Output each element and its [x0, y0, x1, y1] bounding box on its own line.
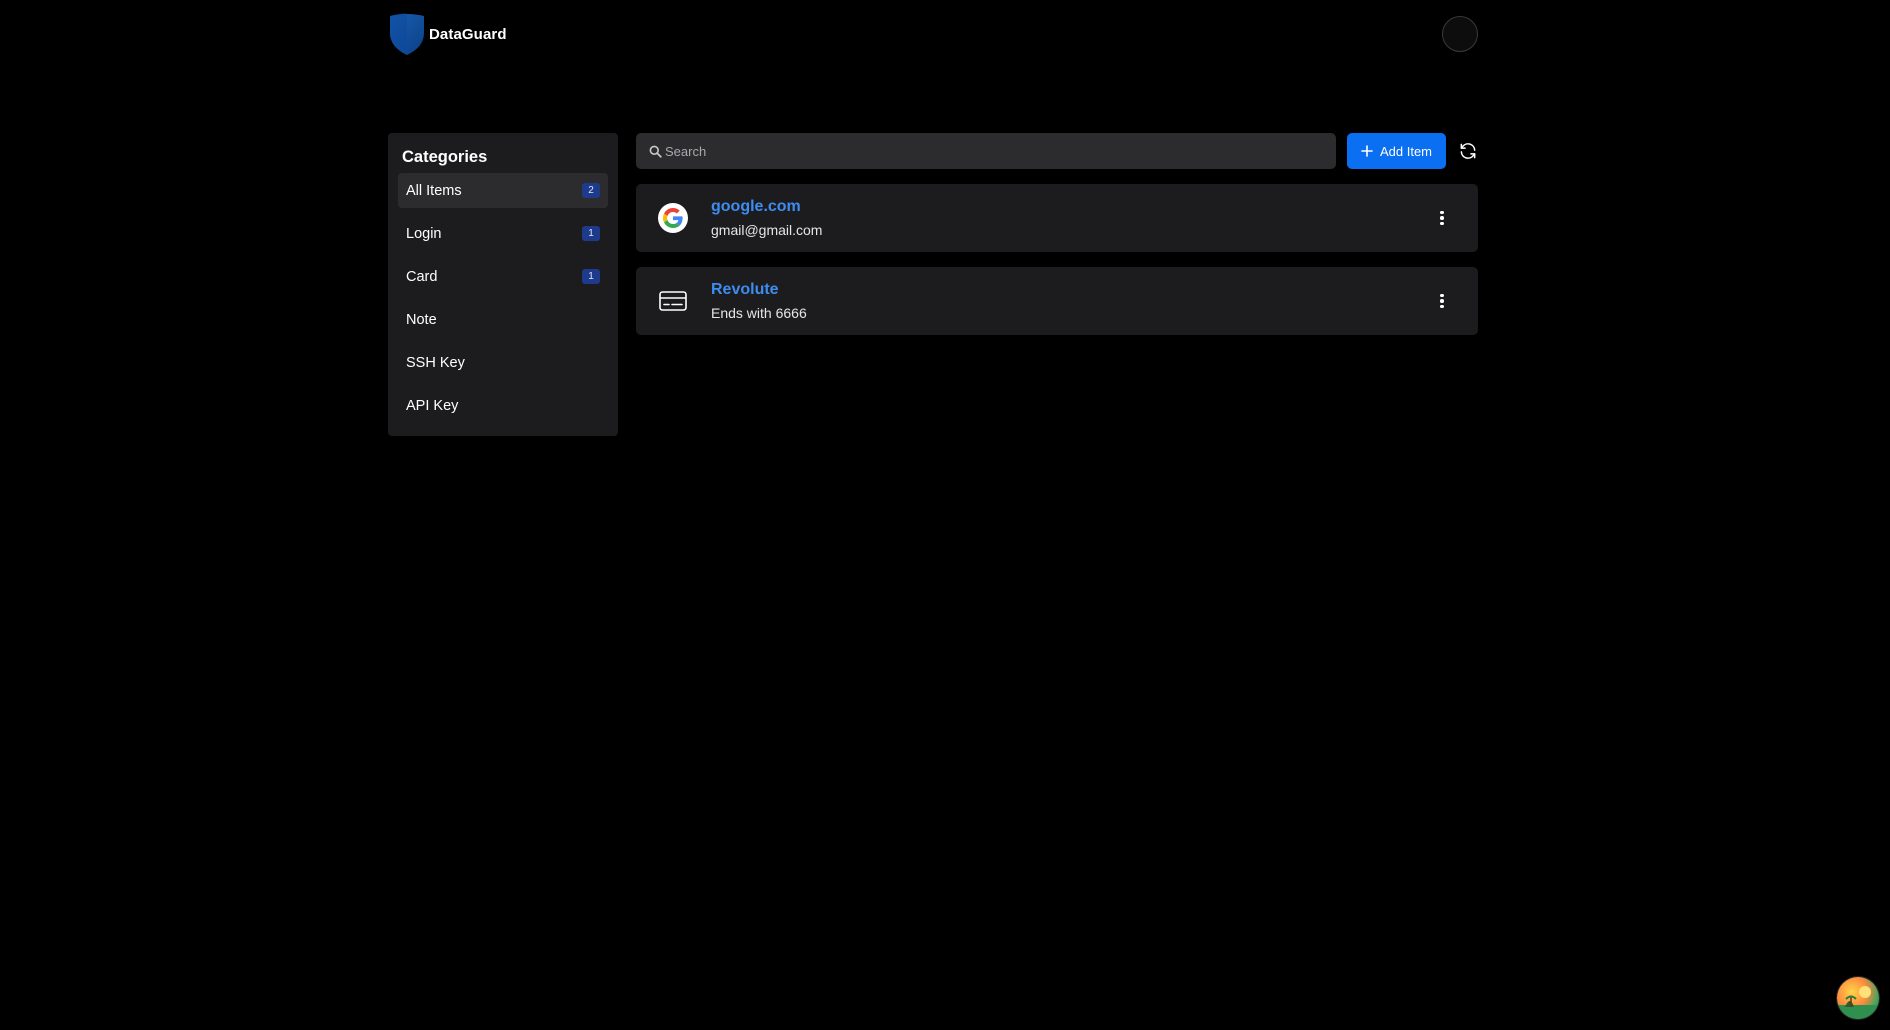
more-options-icon[interactable] [1434, 208, 1450, 228]
item-subtitle: Ends with 6666 [711, 305, 807, 321]
search-input[interactable] [665, 136, 1305, 166]
category-all-items[interactable]: All Items 2 [398, 173, 608, 208]
plus-icon [1361, 145, 1373, 157]
brand[interactable]: DataGuard [388, 13, 507, 55]
sidebar-title: Categories [402, 148, 488, 166]
count-badge: 2 [582, 183, 600, 198]
category-login[interactable]: Login 1 [398, 216, 608, 251]
search-icon [649, 145, 662, 158]
category-api-key[interactable]: API Key [398, 388, 608, 423]
assistant-icon [1837, 986, 1879, 1019]
shield-logo-icon [390, 13, 424, 55]
category-label: Login [406, 225, 442, 242]
item-title[interactable]: google.com [711, 198, 801, 216]
assistant-avatar-button[interactable] [1837, 977, 1879, 1019]
category-label: SSH Key [406, 354, 465, 371]
google-icon [658, 203, 688, 233]
category-label: Card [406, 268, 438, 285]
more-options-icon[interactable] [1434, 291, 1450, 311]
category-card[interactable]: Card 1 [398, 259, 608, 294]
search-bar [636, 133, 1336, 169]
add-item-button[interactable]: Add Item [1347, 133, 1446, 169]
category-label: API Key [406, 397, 459, 414]
item-subtitle: gmail@gmail.com [711, 222, 823, 238]
app-name: DataGuard [429, 25, 507, 43]
refresh-button[interactable] [1456, 139, 1480, 163]
categories-sidebar: Categories All Items 2 Login 1 Card 1 No… [388, 133, 618, 436]
category-ssh-key[interactable]: SSH Key [398, 345, 608, 380]
refresh-icon [1460, 143, 1476, 159]
header: DataGuard [388, 13, 1478, 55]
page: DataGuard Categories All Items 2 Login 1… [0, 0, 1890, 1030]
category-label: Note [406, 311, 437, 328]
item-icon [658, 286, 688, 316]
item-title[interactable]: Revolute [711, 281, 779, 299]
add-item-label: Add Item [1379, 143, 1433, 159]
count-badge: 1 [582, 269, 600, 284]
vault-item[interactable]: Revolute Ends with 6666 [636, 267, 1478, 335]
count-badge: 1 [582, 226, 600, 241]
category-note[interactable]: Note [398, 302, 608, 337]
item-icon [658, 203, 688, 233]
vault-item[interactable]: google.com gmail@gmail.com [636, 184, 1478, 252]
category-label: All Items [406, 182, 462, 199]
user-avatar[interactable] [1442, 16, 1478, 52]
credit-card-icon [659, 291, 687, 311]
